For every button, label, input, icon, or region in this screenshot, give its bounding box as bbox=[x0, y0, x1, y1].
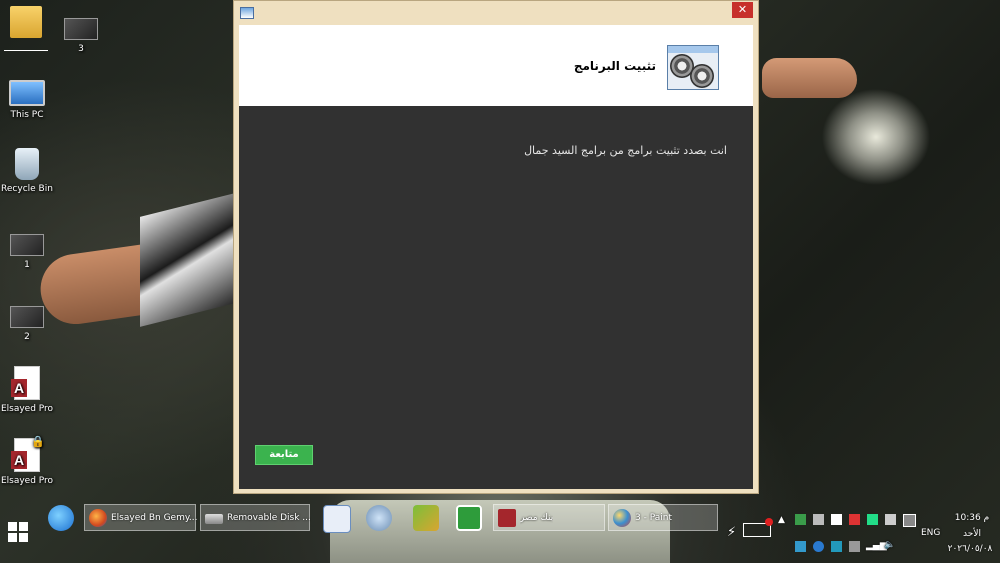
access-file-icon bbox=[11, 366, 40, 400]
image-thumbnail-icon bbox=[10, 306, 44, 328]
taskbar-button-label: Removable Disk ... bbox=[227, 513, 311, 523]
printer-icon[interactable] bbox=[885, 514, 896, 525]
desktop-icon-label: 2 bbox=[24, 332, 30, 342]
taskbar-button-paint[interactable]: 3 - Paint bbox=[608, 504, 718, 531]
taskbar-button-removable-disk[interactable]: Removable Disk ... bbox=[200, 504, 311, 531]
window-titlebar[interactable]: ✕ bbox=[234, 1, 758, 23]
taskbar-button-label: 3 - Paint bbox=[635, 513, 672, 523]
computer-icon bbox=[9, 80, 45, 106]
flag-icon[interactable] bbox=[831, 514, 842, 525]
visual-basic-icon[interactable] bbox=[323, 505, 351, 533]
taskbar-button-label: بنك مصر bbox=[520, 513, 554, 523]
access-app-icon bbox=[498, 509, 516, 527]
close-button[interactable]: ✕ bbox=[732, 2, 753, 18]
store-icon[interactable] bbox=[456, 505, 482, 531]
clock-date[interactable]: ٢٠٢٦/٠٥/٠٨ bbox=[944, 544, 996, 554]
mic-icon[interactable] bbox=[849, 541, 860, 552]
installer-window: ✕ تثبيت البرنامج انت بصدد تثبيت برامج من… bbox=[233, 0, 759, 494]
window-app-icon[interactable] bbox=[240, 7, 254, 19]
taskbar-button-label: Elsayed Bn Gemy... bbox=[111, 513, 198, 523]
disk-utility-icon[interactable] bbox=[366, 505, 392, 531]
app-tray-icon[interactable] bbox=[795, 541, 806, 552]
folder-icon bbox=[10, 6, 42, 38]
taskbar-button-firefox[interactable]: Elsayed Bn Gemy... bbox=[84, 504, 198, 531]
desktop-icon-label: Recycle Bin bbox=[1, 184, 53, 194]
desktop-icon-recycle-bin[interactable]: Recycle Bin bbox=[0, 148, 62, 194]
clock-day[interactable]: الأحد bbox=[952, 529, 992, 539]
desktop-icon-label: 3 bbox=[78, 44, 84, 54]
usb-icon[interactable] bbox=[813, 514, 824, 525]
desktop-icon-label: 1 bbox=[24, 260, 30, 270]
window-content: انت بصدد تثبيت برامج من برامج السيد جمال… bbox=[239, 106, 753, 489]
show-hidden-icons-chevron-icon[interactable]: ▲ bbox=[778, 515, 785, 525]
taskbar-button-access[interactable]: بنك مصر bbox=[493, 504, 605, 531]
desktop-icon-elsayed-pro[interactable]: Elsayed Pro bbox=[0, 366, 62, 414]
desktop-icon-elsayed-pro-locked[interactable]: 🔒 Elsayed Pro bbox=[0, 435, 62, 486]
desktop-icon-3[interactable]: 3 bbox=[46, 14, 116, 54]
desktop-icon-label bbox=[4, 42, 48, 51]
desktop-icon-2[interactable]: 2 bbox=[0, 298, 62, 342]
power-plug-icon[interactable]: ⚡ bbox=[727, 525, 736, 540]
sync-icon[interactable] bbox=[867, 514, 878, 525]
start-button[interactable] bbox=[8, 522, 28, 542]
cloud-icon[interactable] bbox=[831, 541, 842, 552]
firefox-icon bbox=[89, 509, 107, 527]
display-icon[interactable] bbox=[903, 514, 916, 527]
recycle-bin-icon bbox=[15, 148, 39, 180]
battery-icon[interactable] bbox=[743, 518, 773, 537]
header-title: تثبيت البرنامج bbox=[573, 59, 656, 73]
clock-time[interactable]: 10:36 م bbox=[952, 513, 992, 523]
desktop-icon-1[interactable]: 1 bbox=[0, 226, 62, 270]
gears-icon bbox=[667, 45, 719, 90]
access-locked-file-icon: 🔒 bbox=[11, 435, 45, 472]
install-message: انت بصدد تثبيت برامج من برامج السيد جمال bbox=[524, 144, 727, 157]
network-security-icon[interactable] bbox=[795, 514, 806, 525]
warning-icon[interactable] bbox=[849, 514, 860, 525]
paint-icon bbox=[613, 509, 631, 527]
image-thumbnail-icon bbox=[10, 234, 44, 256]
input-language[interactable]: ENG bbox=[921, 528, 940, 538]
desktop-icon-label: This PC bbox=[10, 110, 44, 120]
taskbar: Elsayed Bn Gemy... Removable Disk ... بن… bbox=[0, 495, 1000, 563]
image-thumbnail-icon bbox=[64, 18, 98, 40]
window-header: تثبيت البرنامج bbox=[239, 25, 753, 106]
update-icon[interactable] bbox=[813, 541, 824, 552]
lock-icon: 🔒 bbox=[31, 435, 45, 448]
desktop-icon-label: Elsayed Pro bbox=[0, 476, 54, 486]
tools-icon[interactable] bbox=[413, 505, 439, 531]
wallpaper-sleeve bbox=[140, 193, 235, 327]
desktop-icon-label: Elsayed Pro bbox=[0, 404, 54, 414]
wallpaper-arm-right bbox=[762, 58, 857, 98]
alert-dot-icon bbox=[765, 518, 773, 526]
windows-logo-icon bbox=[8, 522, 17, 531]
internet-explorer-icon[interactable] bbox=[48, 505, 74, 531]
speaker-icon[interactable]: 🔈 bbox=[884, 540, 895, 550]
gear-icon bbox=[690, 64, 714, 88]
desktop-icon-this-pc[interactable]: This PC bbox=[0, 76, 62, 120]
drive-icon bbox=[205, 514, 223, 524]
continue-button[interactable]: متابعة bbox=[255, 445, 313, 465]
